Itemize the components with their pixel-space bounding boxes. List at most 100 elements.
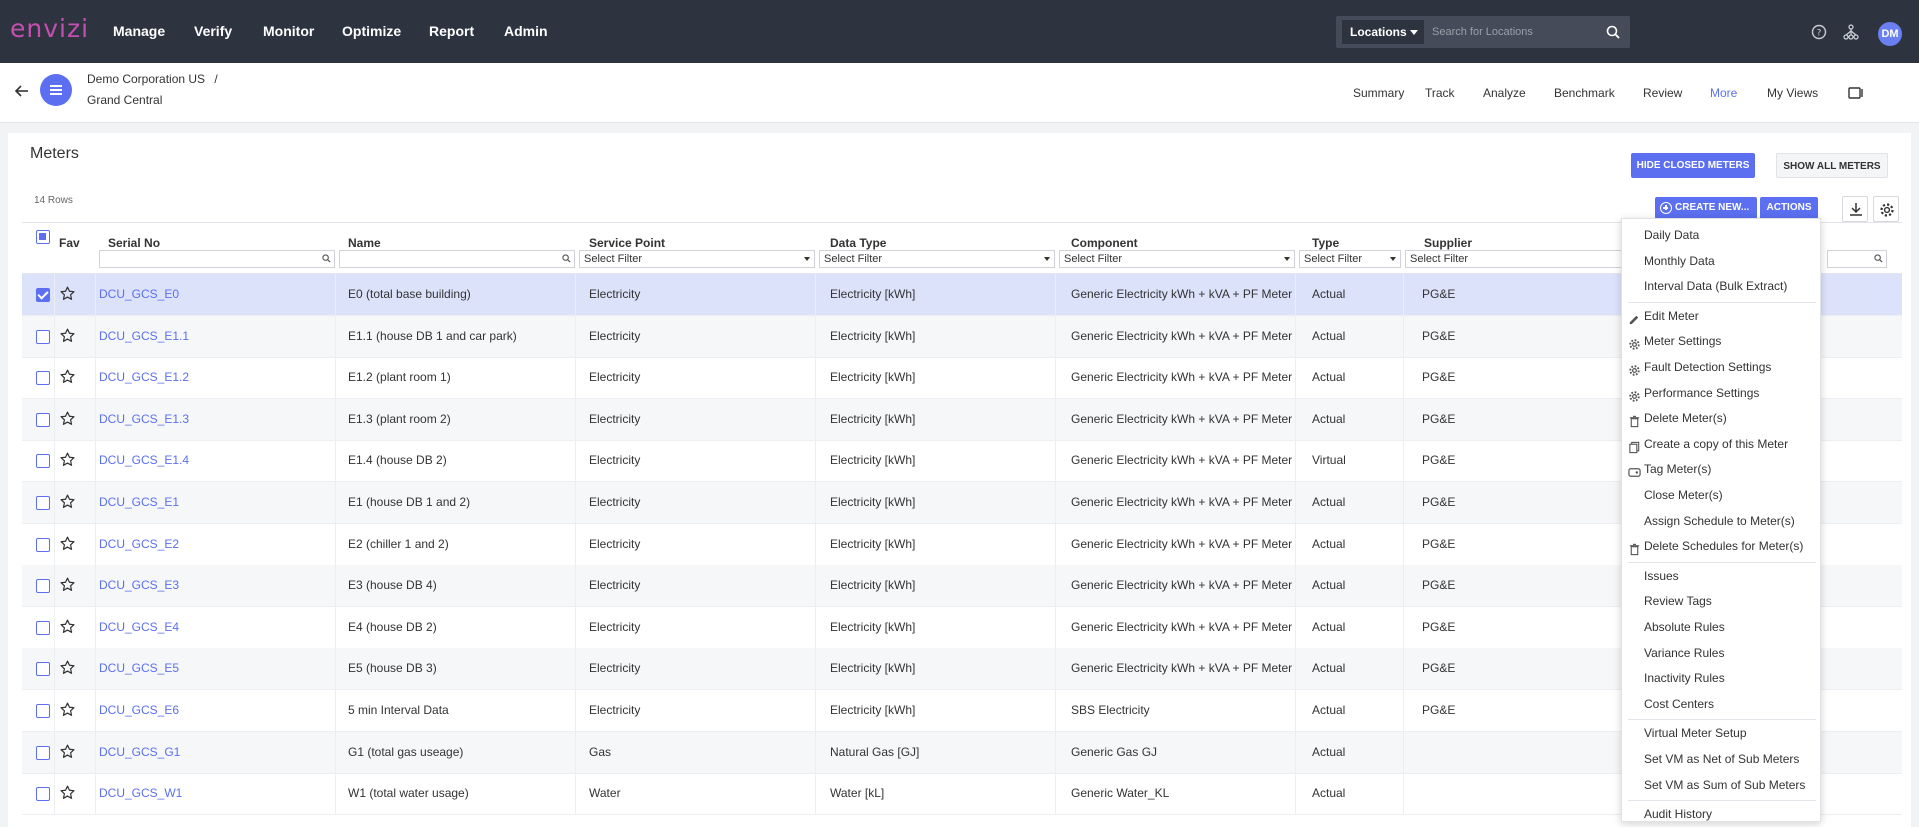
menu-item-delete-schedules-for-meter-s[interactable]: Delete Schedules for Meter(s) [1622,534,1822,558]
actions-button[interactable]: ACTIONS [1760,197,1818,219]
site-menu-button[interactable] [40,74,72,106]
cell-serial-no[interactable]: DCU_GCS_E2 [99,537,179,551]
header-service-point[interactable]: Service Point [589,236,665,250]
row-checkbox[interactable] [36,620,50,635]
table-row[interactable]: DCU_GCS_E6 5 min Interval Data Electricity… [22,690,1902,732]
tab-track[interactable]: Track [1425,86,1455,100]
cell-serial-no[interactable]: DCU_GCS_E1.3 [99,412,189,426]
cell-serial-no[interactable]: DCU_GCS_E1.2 [99,370,189,384]
menu-item-absolute-rules[interactable]: Absolute Rules [1622,615,1822,639]
header-component[interactable]: Component [1071,236,1138,250]
nav-report[interactable]: Report [429,23,474,39]
tab-more[interactable]: More [1710,86,1737,100]
component-filter[interactable]: Select Filter [1059,250,1295,268]
favorite-star-icon[interactable] [60,619,75,634]
user-avatar[interactable]: DM [1878,22,1902,46]
menu-item-variance-rules[interactable]: Variance Rules [1622,641,1822,665]
table-row[interactable]: DCU_GCS_E0 E0 (total base building) Electr… [22,274,1902,316]
cell-serial-no[interactable]: DCU_GCS_E0 [99,287,179,301]
name-filter-input[interactable] [339,250,575,268]
cell-serial-no[interactable]: DCU_GCS_E1.1 [99,329,189,343]
nav-optimize[interactable]: Optimize [342,23,401,39]
row-checkbox[interactable] [36,787,50,802]
menu-item-review-tags[interactable]: Review Tags [1622,589,1822,613]
row-checkbox[interactable] [36,329,50,344]
breadcrumb-org[interactable]: Demo Corporation US / [87,72,218,86]
nav-admin[interactable]: Admin [504,23,548,39]
data-type-filter[interactable]: Select Filter [819,250,1055,268]
row-checkbox[interactable] [36,371,50,386]
menu-item-set-vm-as-sum-of-sub-meters[interactable]: Set VM as Sum of Sub Meters [1622,773,1822,797]
favorite-star-icon[interactable] [60,494,75,509]
location-search-input[interactable] [1432,24,1592,40]
menu-item-tag-meter-s[interactable]: Tag Meter(s) [1622,457,1822,481]
menu-item-set-vm-as-net-of-sub-meters[interactable]: Set VM as Net of Sub Meters [1622,747,1822,771]
table-row[interactable]: DCU_GCS_E1.3 E1.3 (plant room 2) Electrici… [22,398,1902,441]
download-button[interactable] [1842,196,1868,222]
favorite-star-icon[interactable] [60,286,75,301]
nav-manage[interactable]: Manage [113,23,165,39]
menu-item-daily-data[interactable]: Daily Data [1622,223,1822,247]
header-supplier[interactable]: Supplier [1424,236,1472,250]
cell-serial-no[interactable]: DCU_GCS_W1 [99,786,182,800]
favorite-star-icon[interactable] [60,536,75,551]
table-row[interactable]: DCU_GCS_E3 E3 (house DB 4) Electricity Elec… [22,565,1902,608]
row-checkbox[interactable] [36,745,50,760]
nav-verify[interactable]: Verify [194,23,232,39]
menu-item-fault-detection-settings[interactable]: Fault Detection Settings [1622,355,1822,379]
header-type[interactable]: Type [1312,236,1339,250]
menu-item-cost-centers[interactable]: Cost Centers [1622,692,1822,716]
favorite-star-icon[interactable] [60,452,75,467]
row-checkbox[interactable] [36,579,50,594]
cell-serial-no[interactable]: DCU_GCS_E1.4 [99,453,189,467]
header-data-type[interactable]: Data Type [830,236,886,250]
cell-serial-no[interactable]: DCU_GCS_E6 [99,703,179,717]
menu-item-issues[interactable]: Issues [1622,564,1822,588]
menu-item-virtual-meter-setup[interactable]: Virtual Meter Setup [1622,721,1822,745]
menu-item-interval-data-bulk-extract[interactable]: Interval Data (Bulk Extract) [1622,274,1822,298]
favorite-star-icon[interactable] [60,660,75,675]
table-row[interactable]: DCU_GCS_E2 E2 (chiller 1 and 2) Electricit… [22,523,1902,566]
menu-item-edit-meter[interactable]: Edit Meter [1622,304,1822,328]
table-row[interactable]: DCU_GCS_E4 E4 (house DB 2) Electricity Elec… [22,606,1902,649]
favorite-star-icon[interactable] [60,369,75,384]
row-checkbox[interactable] [36,537,50,552]
tab-summary[interactable]: Summary [1353,86,1404,100]
tab-review[interactable]: Review [1643,86,1682,100]
menu-item-close-meter-s[interactable]: Close Meter(s) [1622,483,1822,507]
row-checkbox[interactable] [36,704,50,718]
menu-item-inactivity-rules[interactable]: Inactivity Rules [1622,666,1822,690]
supplier-filter[interactable]: Select Filter [1405,250,1630,268]
table-row[interactable]: DCU_GCS_E5 E5 (house DB 3) Electricity Elec… [22,648,1902,691]
tab-my-views[interactable]: My Views [1767,86,1818,100]
help-icon[interactable]: ? [1811,24,1827,40]
table-row[interactable]: DCU_GCS_E1.1 E1.1 (house DB 1 and car par… [22,315,1902,358]
tab-benchmark[interactable]: Benchmark [1554,86,1615,100]
cell-serial-no[interactable]: DCU_GCS_G1 [99,745,180,759]
row-checkbox[interactable] [36,412,50,427]
table-row[interactable]: DCU_GCS_E1 E1 (house DB 1 and 2) Electrici… [22,482,1902,524]
favorite-star-icon[interactable] [60,744,75,759]
menu-item-create-a-copy-of-this-meter[interactable]: Create a copy of this Meter [1622,432,1822,456]
row-checkbox[interactable] [36,662,50,677]
table-row[interactable]: DCU_GCS_E1.2 E1.2 (plant room 1) Electrici… [22,357,1902,400]
serial-filter-input[interactable] [99,250,335,268]
presentation-icon[interactable] [1848,87,1864,99]
envizi-logo[interactable]: envizi [10,14,89,43]
create-new-button[interactable]: CREATE NEW... [1655,197,1757,219]
row-checkbox[interactable] [36,454,50,469]
cell-serial-no[interactable]: DCU_GCS_E5 [99,661,179,675]
search-icon[interactable] [1606,25,1620,39]
menu-item-assign-schedule-to-meter-s[interactable]: Assign Schedule to Meter(s) [1622,509,1822,533]
select-all-checkbox[interactable] [36,230,50,244]
header-name[interactable]: Name [348,236,381,250]
cell-serial-no[interactable]: DCU_GCS_E1 [99,495,179,509]
favorite-star-icon[interactable] [60,785,75,800]
favorite-star-icon[interactable] [60,328,75,343]
table-row[interactable]: DCU_GCS_W1 W1 (total water usage) Water Wat… [22,773,1902,816]
menu-item-audit-history[interactable]: Audit History [1622,802,1822,826]
hierarchy-icon[interactable] [1843,24,1859,40]
favorite-star-icon[interactable] [60,702,75,717]
table-row[interactable]: DCU_GCS_G1 G1 (total gas useage) Gas Natura… [22,731,1902,774]
menu-item-meter-settings[interactable]: Meter Settings [1622,329,1822,353]
